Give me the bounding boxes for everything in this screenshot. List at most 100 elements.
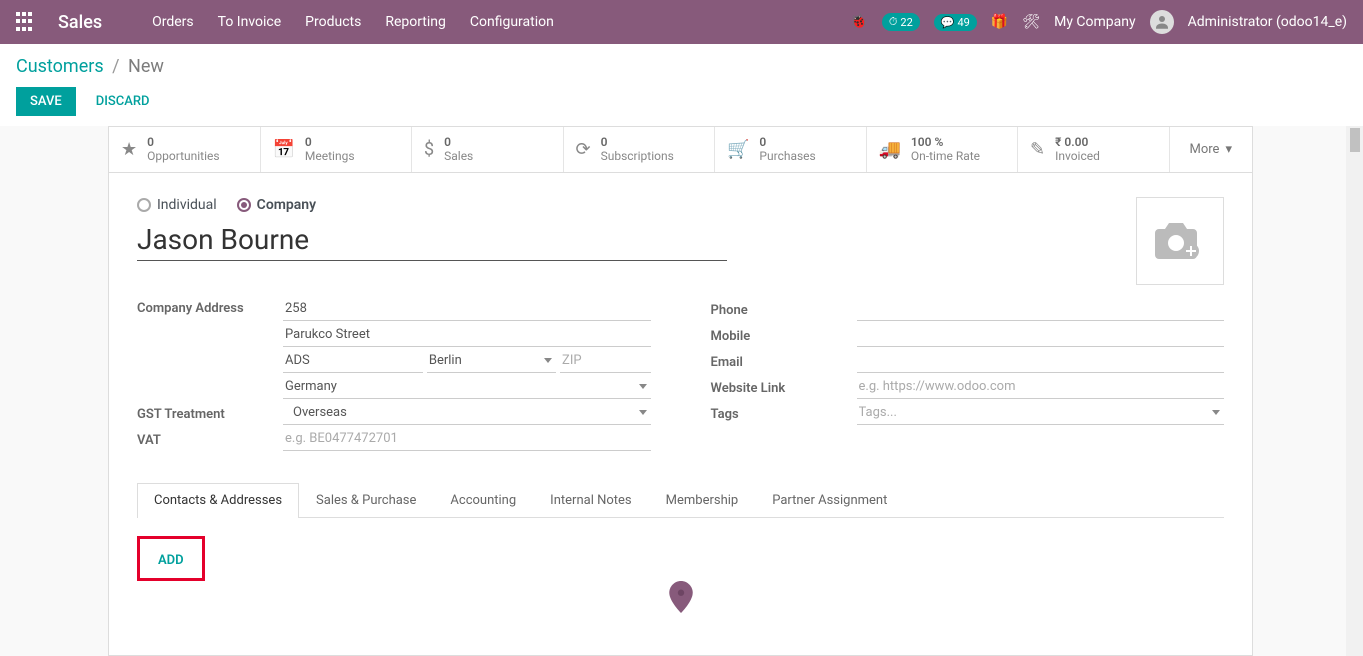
city-input[interactable]	[283, 349, 423, 373]
phone-input[interactable]	[857, 297, 1225, 321]
tags-select[interactable]: Tags...	[857, 401, 1225, 425]
scrollbar-thumb[interactable]	[1350, 128, 1360, 152]
apps-icon[interactable]	[16, 12, 36, 32]
cart-icon: 🛒	[727, 139, 749, 160]
image-upload[interactable]	[1136, 197, 1224, 285]
radio-icon	[137, 198, 151, 212]
stat-value: 0	[444, 135, 473, 149]
activity-count: 22	[900, 16, 912, 29]
name-input[interactable]	[137, 219, 727, 261]
messages-badge[interactable]: 💬 49	[934, 14, 977, 31]
nav-products[interactable]: Products	[305, 14, 361, 30]
address-label: Company Address	[137, 297, 283, 316]
state-select[interactable]: Berlin	[427, 349, 556, 373]
radio-label: Company	[257, 197, 316, 213]
dollar-icon: $	[424, 139, 434, 160]
form-body: Individual Company Company Address	[109, 173, 1252, 655]
user-menu[interactable]: Administrator (odoo14_e)	[1188, 14, 1347, 30]
form-sheet: ★ 0Opportunities 📅 0Meetings $ 0Sales ⟳ …	[108, 126, 1253, 656]
bug-icon[interactable]: 🐞	[850, 14, 867, 30]
subheader: Customers / New SAVE DISCARD	[0, 44, 1363, 126]
stat-more[interactable]: More ▾	[1170, 127, 1252, 172]
nav-right: 🐞 ⏱ 22 💬 49 🎁 🛠 My Company Administrator…	[850, 10, 1347, 34]
scrollbar[interactable]	[1346, 126, 1363, 656]
tab-accounting[interactable]: Accounting	[433, 483, 533, 517]
country-select[interactable]: Germany	[283, 375, 651, 399]
nav-orders[interactable]: Orders	[152, 14, 194, 30]
mobile-input[interactable]	[857, 323, 1225, 347]
stat-bar: ★ 0Opportunities 📅 0Meetings $ 0Sales ⟳ …	[109, 127, 1252, 173]
street2-input[interactable]	[283, 323, 651, 347]
star-icon: ★	[121, 139, 137, 160]
email-label: Email	[711, 351, 857, 370]
stat-meetings[interactable]: 📅 0Meetings	[261, 127, 413, 172]
nav-reporting[interactable]: Reporting	[385, 14, 446, 30]
right-column: Phone Mobile Email Website Link TagsTags…	[711, 297, 1225, 453]
add-highlight: ADD	[137, 536, 205, 581]
radio-individual[interactable]: Individual	[137, 197, 217, 213]
nav-menu: Orders To Invoice Products Reporting Con…	[152, 14, 850, 30]
tags-label: Tags	[711, 403, 857, 422]
field-grid: Company Address Berlin Germany	[137, 297, 1224, 453]
activity-badge[interactable]: ⏱ 22	[882, 13, 920, 31]
stat-value: 0	[759, 135, 815, 149]
stat-value: 0	[305, 135, 355, 149]
street1-input[interactable]	[283, 297, 651, 321]
action-buttons: SAVE DISCARD	[16, 87, 1347, 116]
tab-sales-purchase[interactable]: Sales & Purchase	[299, 483, 433, 517]
add-button[interactable]: ADD	[158, 553, 184, 568]
top-navbar: Sales Orders To Invoice Products Reporti…	[0, 0, 1363, 44]
nav-to-invoice[interactable]: To Invoice	[218, 14, 282, 30]
tab-content: ADD	[137, 518, 1224, 631]
stat-purchases[interactable]: 🛒 0Purchases	[715, 127, 867, 172]
pencil-icon: ✎	[1030, 139, 1045, 160]
calendar-icon: 📅	[273, 139, 295, 160]
stat-sales[interactable]: $ 0Sales	[412, 127, 564, 172]
breadcrumb-current: New	[128, 56, 164, 77]
save-button[interactable]: SAVE	[16, 87, 76, 116]
wrench-icon[interactable]: 🛠	[1022, 14, 1040, 30]
stat-ontime[interactable]: 🚚 100 %On-time Rate	[867, 127, 1019, 172]
vat-label: VAT	[137, 429, 283, 448]
radio-company[interactable]: Company	[237, 197, 316, 213]
website-label: Website Link	[711, 377, 857, 396]
nav-configuration[interactable]: Configuration	[470, 14, 554, 30]
tab-contacts[interactable]: Contacts & Addresses	[137, 483, 299, 518]
radio-icon	[237, 198, 251, 212]
stat-subscriptions[interactable]: ⟳ 0Subscriptions	[564, 127, 716, 172]
stat-opportunities[interactable]: ★ 0Opportunities	[109, 127, 261, 172]
map-pin-icon	[668, 581, 694, 613]
tab-internal-notes[interactable]: Internal Notes	[533, 483, 648, 517]
refresh-icon: ⟳	[576, 139, 591, 160]
stat-invoiced[interactable]: ✎ ₹ 0.00Invoiced	[1018, 127, 1170, 172]
tab-membership[interactable]: Membership	[649, 483, 756, 517]
phone-label: Phone	[711, 299, 857, 318]
website-input[interactable]	[857, 375, 1225, 399]
truck-icon: 🚚	[879, 139, 901, 160]
gst-select[interactable]: Overseas	[283, 401, 651, 425]
tabs: Contacts & Addresses Sales & Purchase Ac…	[137, 483, 1224, 518]
chat-icon: 💬	[941, 16, 955, 29]
tab-partner-assignment[interactable]: Partner Assignment	[755, 483, 904, 517]
chevron-down-icon: ▾	[1225, 142, 1232, 157]
stat-label: On-time Rate	[911, 149, 980, 163]
stat-label: Purchases	[759, 149, 815, 163]
vat-input[interactable]	[283, 427, 651, 451]
more-label: More	[1190, 142, 1220, 157]
stat-label: Meetings	[305, 149, 355, 163]
app-brand[interactable]: Sales	[58, 12, 102, 33]
messages-count: 49	[958, 16, 970, 29]
type-radios: Individual Company	[137, 197, 1224, 213]
breadcrumb-sep: /	[112, 56, 119, 77]
gst-label: GST Treatment	[137, 403, 283, 422]
stat-label: Subscriptions	[601, 149, 674, 163]
avatar-icon[interactable]	[1150, 10, 1174, 34]
gift-icon[interactable]: 🎁	[991, 14, 1008, 30]
email-input[interactable]	[857, 349, 1225, 373]
breadcrumb-root[interactable]: Customers	[16, 56, 104, 77]
company-switcher[interactable]: My Company	[1054, 14, 1136, 30]
stat-label: Opportunities	[147, 149, 219, 163]
stat-value: 100 %	[911, 135, 980, 149]
zip-input[interactable]	[560, 349, 650, 373]
discard-button[interactable]: DISCARD	[86, 87, 160, 116]
